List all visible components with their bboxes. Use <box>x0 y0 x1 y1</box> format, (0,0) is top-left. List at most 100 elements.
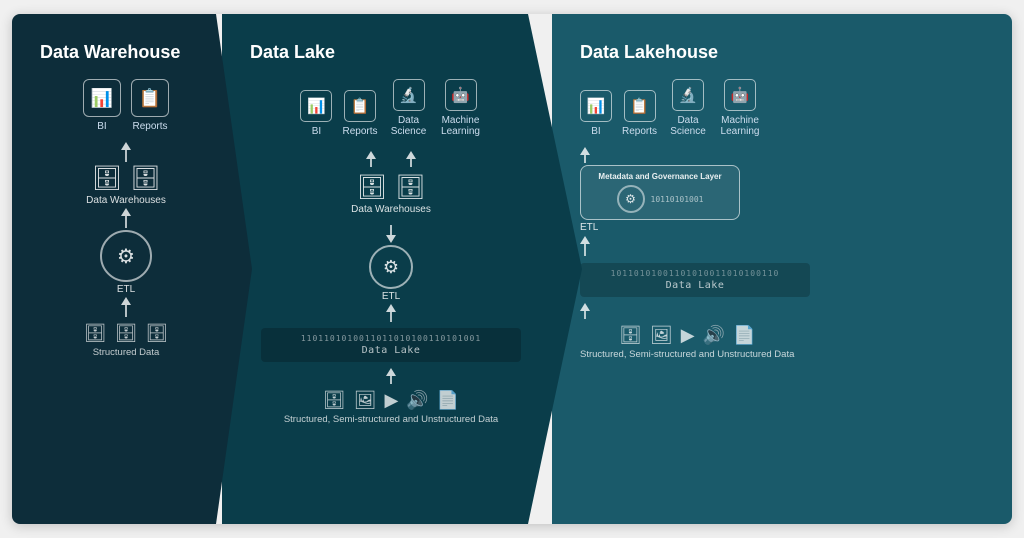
db-icon-lake-2: 🗄 <box>395 173 425 202</box>
section-lakehouse: Data Lakehouse 📊 BI 📋 Reports 🔬 Data Sci… <box>552 14 1012 524</box>
source-icons-wh: 🗄 🗄 🗄 <box>84 323 169 344</box>
diagram-wrapper: Data Warehouse 📊 BI 📋 Reports <box>12 14 1012 524</box>
ml-label-lake: Machine Learning <box>440 115 482 137</box>
reports-label-lake: Reports <box>342 126 377 137</box>
datascience-icon-item-lh: 🔬 Data Science <box>667 79 709 137</box>
ml-label-lh: Machine Learning <box>719 115 761 137</box>
src-db-lh: 🗄 <box>619 325 642 346</box>
db-icons-wh: 🗄 🗄 <box>92 164 161 193</box>
warehouse-title: Data Warehouse <box>40 42 180 63</box>
structured-label-wh: Structured Data <box>93 347 160 358</box>
src-video-lake: ▶ <box>385 390 399 411</box>
bi-icon-lh: 📊 <box>580 90 612 122</box>
datascience-label-lh: Data Science <box>667 115 709 137</box>
arrow-to-consumers-wh <box>121 142 131 162</box>
arrow-etl-to-lake <box>386 304 396 322</box>
arrow-from-lake-lh <box>580 303 590 319</box>
db-icon-1: 🗄 <box>92 164 122 193</box>
reports-icon: 📋 <box>131 79 169 117</box>
lake-consumers: 📊 BI 📋 Reports 🔬 Data Science 🤖 Machine … <box>300 79 481 137</box>
etl-icon-lh: ⚙ <box>617 185 645 213</box>
data-lake-label: Data Lake <box>269 345 513 356</box>
lakehouse-consumers: 📊 BI 📋 Reports 🔬 Data Science 🤖 Machine … <box>580 79 761 137</box>
binary-text-lh: 10110101001101010011010100110 <box>588 269 802 278</box>
arrow-to-dw <box>121 208 131 228</box>
bi-label-lh: BI <box>591 126 600 137</box>
lake-label-lh: Data Lake <box>588 280 802 291</box>
etl-icon-lake: ⚙ <box>369 245 413 289</box>
src-audio-lake: 🔊 <box>406 390 428 411</box>
etl-label-wh: ETL <box>117 284 135 295</box>
src-doc-lh: 📄 <box>733 325 755 346</box>
arrow-dw-to-consumers <box>366 151 376 167</box>
source-icons-lake: 🗄 🖼 ▶ 🔊 📄 <box>323 390 459 411</box>
etl-label-lh: ETL <box>580 222 598 233</box>
reports-icon-item-lh: 📋 Reports <box>622 90 657 137</box>
lake-etl-area: ⚙ ETL <box>369 219 413 324</box>
binary-text-lake: 1101101010011011010100110101001 <box>269 334 513 343</box>
datascience-icon-item-lake: 🔬 Data Science <box>388 79 430 137</box>
ml-icon-item-lh: 🤖 Machine Learning <box>719 79 761 137</box>
lakehouse-content: 📊 BI 📋 Reports 🔬 Data Science 🤖 Machine … <box>580 79 992 504</box>
ml-icon-lh: 🤖 <box>724 79 756 111</box>
db-icon-lake-1: 🗄 <box>357 173 387 202</box>
datascience-icon-lh: 🔬 <box>672 79 704 111</box>
dw-label-lake: Data Warehouses <box>351 204 431 215</box>
arrow-from-lake-up <box>386 368 396 384</box>
etl-label-lake: ETL <box>382 291 400 302</box>
source-block-lh: 🗄 🖼 ▶ 🔊 📄 Structured, Semi-structured an… <box>580 321 794 360</box>
etl-block-wh: ⚙ ETL <box>100 230 152 295</box>
warehouse-consumers: 📊 BI 📋 Reports <box>83 79 169 132</box>
src-img-lake: 🖼 <box>354 390 377 411</box>
bi-label-lake: BI <box>312 126 321 137</box>
data-warehouses-block: 🗄 🗄 Data Warehouses <box>86 164 166 206</box>
bi-icon-lake: 📊 <box>300 90 332 122</box>
src-db-lake: 🗄 <box>323 390 346 411</box>
lakehouse-title: Data Lakehouse <box>580 42 718 63</box>
src-icon-1: 🗄 <box>84 323 107 344</box>
src-img-lh: 🖼 <box>650 325 673 346</box>
db-icons-lake: 🗄 🗄 <box>357 173 426 202</box>
binary-inline-lh: 10110101001 <box>651 195 704 204</box>
etl-block-lake: ⚙ ETL <box>369 223 413 324</box>
source-block-wh: 🗄 🗄 🗄 Structured Data <box>84 319 169 358</box>
reports-label: Reports <box>132 121 167 132</box>
reports-icon-lh: 📋 <box>624 90 656 122</box>
source-icons-lh: 🗄 🖼 ▶ 🔊 📄 <box>619 325 755 346</box>
source-block-lake: 🗄 🖼 ▶ 🔊 📄 Structured, Semi-structured an… <box>284 386 498 425</box>
bi-icon-item: 📊 BI <box>83 79 121 132</box>
src-icon-2: 🗄 <box>115 323 138 344</box>
datascience-icon-lake: 🔬 <box>393 79 425 111</box>
lake-arrows-top <box>366 149 416 169</box>
section-lake: Data Lake 📊 BI 📋 Reports 🔬 Data Science <box>222 14 582 524</box>
data-lake-lh: 10110101001101010011010100110 Data Lake <box>580 263 810 297</box>
bi-icon: 📊 <box>83 79 121 117</box>
db-icon-2: 🗄 <box>130 164 160 193</box>
arrow-metadata-to-lake <box>580 236 590 256</box>
src-icon-3: 🗄 <box>145 323 168 344</box>
ml-icon-lake: 🤖 <box>445 79 477 111</box>
src-audio-lh: 🔊 <box>703 325 725 346</box>
etl-icon-wh: ⚙ <box>100 230 152 282</box>
arrow-etl-down <box>386 225 396 243</box>
bi-icon-item-lake: 📊 BI <box>300 90 332 137</box>
ml-icon-item-lake: 🤖 Machine Learning <box>440 79 482 137</box>
bi-icon-item-lh: 📊 BI <box>580 90 612 137</box>
reports-icon-lake: 📋 <box>344 90 376 122</box>
metadata-box: Metadata and Governance Layer ⚙ 10110101… <box>580 165 740 220</box>
reports-icon-item-lake: 📋 Reports <box>342 90 377 137</box>
reports-icon-item: 📋 Reports <box>131 79 169 132</box>
section-warehouse: Data Warehouse 📊 BI 📋 Reports <box>12 14 252 524</box>
arrow-lake-to-consumers <box>406 151 416 167</box>
lake-content: 📊 BI 📋 Reports 🔬 Data Science 🤖 Machine … <box>250 79 532 504</box>
data-warehouses-block-lake: 🗄 🗄 Data Warehouses <box>351 173 431 215</box>
arrow-to-consumers-lh <box>580 147 590 163</box>
metadata-label: Metadata and Governance Layer <box>591 172 729 181</box>
lake-title: Data Lake <box>250 42 335 63</box>
data-warehouses-label: Data Warehouses <box>86 195 166 206</box>
lake-storage-row: 🗄 🗄 Data Warehouses <box>351 173 431 215</box>
warehouse-content: 📊 BI 📋 Reports 🗄 🗄 Data Warehou <box>40 79 212 504</box>
data-lake-wave: 1101101010011011010100110101001 Data Lak… <box>261 328 521 362</box>
src-video-lh: ▶ <box>681 325 695 346</box>
reports-label-lh: Reports <box>622 126 657 137</box>
